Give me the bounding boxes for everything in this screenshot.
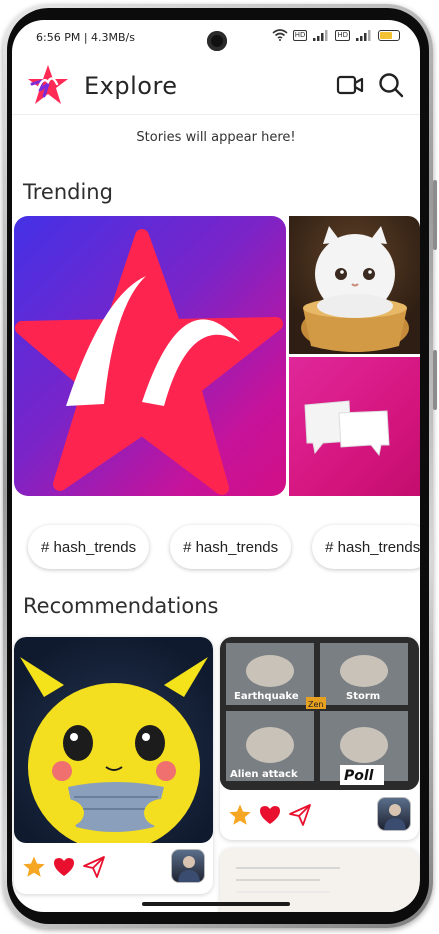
app-screen: 6:56 PM | 4.3MB/s HD HD Explore Stories … bbox=[12, 20, 420, 912]
app-bar-divider bbox=[12, 114, 420, 115]
video-camera-icon[interactable] bbox=[336, 74, 364, 96]
cat-meme-grid-image: Earthquake Storm Zen Alien attack Poll bbox=[220, 637, 419, 790]
hashtag-row: # hash_trends # hash_trends # hash_trend… bbox=[28, 525, 420, 569]
volte-icon: HD bbox=[292, 29, 308, 41]
recommendation-card[interactable]: Earthquake Storm Zen Alien attack Poll bbox=[220, 637, 419, 840]
meme-label: Poll bbox=[344, 768, 374, 784]
avatar-image bbox=[178, 856, 200, 882]
battery-icon bbox=[378, 29, 400, 41]
avatar[interactable] bbox=[171, 849, 205, 883]
trending-title: Trending bbox=[23, 180, 113, 204]
search-icon[interactable] bbox=[378, 72, 404, 98]
meme-label: Alien attack bbox=[230, 769, 298, 780]
share-icon[interactable] bbox=[288, 803, 312, 827]
status-time: 6:56 PM | 4.3MB/s bbox=[36, 31, 135, 44]
recommendation-image[interactable]: Earthquake Storm Zen Alien attack Poll bbox=[220, 637, 419, 790]
share-icon[interactable] bbox=[82, 855, 106, 879]
volte-icon: HD bbox=[335, 29, 350, 41]
signal-icon bbox=[313, 30, 328, 41]
recommendation-card[interactable] bbox=[14, 637, 213, 894]
star-icon[interactable] bbox=[228, 803, 252, 827]
fluffy-cat-cup-image bbox=[301, 226, 409, 352]
app-logo-icon[interactable] bbox=[26, 64, 70, 106]
meme-label: Zen bbox=[308, 700, 323, 709]
recommendation-image[interactable] bbox=[14, 637, 213, 843]
status-icons: HD HD bbox=[272, 29, 400, 41]
speech-bubbles-image bbox=[304, 400, 390, 457]
trending-tile-app-logo[interactable] bbox=[14, 216, 286, 496]
stories-empty-text: Stories will appear here! bbox=[136, 130, 296, 145]
star-icon[interactable] bbox=[22, 855, 46, 879]
avatar-image bbox=[384, 804, 406, 830]
meme-label: Earthquake bbox=[234, 691, 299, 702]
page-title: Explore bbox=[84, 72, 178, 100]
meme-label: Storm bbox=[346, 691, 380, 702]
app-logo-image bbox=[15, 229, 283, 495]
recommendations-title: Recommendations bbox=[23, 594, 219, 618]
battery-level bbox=[380, 31, 392, 39]
status-bar: 6:56 PM | 4.3MB/s HD HD bbox=[12, 20, 420, 58]
trending-tile-cat[interactable] bbox=[289, 216, 420, 354]
hashtag-chip[interactable]: # hash_trends bbox=[170, 525, 292, 569]
wifi-icon bbox=[272, 29, 288, 41]
trending-tile-speech-bubbles[interactable] bbox=[289, 357, 420, 496]
front-camera bbox=[207, 31, 227, 51]
card-actions bbox=[14, 849, 213, 889]
hashtag-chip[interactable]: # hash_trends bbox=[312, 525, 420, 569]
hashtag-chip[interactable]: # hash_trends bbox=[28, 525, 150, 569]
app-bar: Explore bbox=[12, 62, 420, 114]
heart-icon[interactable] bbox=[258, 803, 282, 827]
pikachu-plush-image bbox=[20, 657, 208, 843]
signal-icon bbox=[356, 30, 371, 41]
volume-button bbox=[433, 180, 437, 250]
power-button bbox=[433, 350, 437, 410]
card-actions bbox=[220, 797, 419, 837]
home-indicator[interactable] bbox=[142, 902, 290, 906]
heart-icon[interactable] bbox=[52, 855, 76, 879]
avatar[interactable] bbox=[377, 797, 411, 831]
